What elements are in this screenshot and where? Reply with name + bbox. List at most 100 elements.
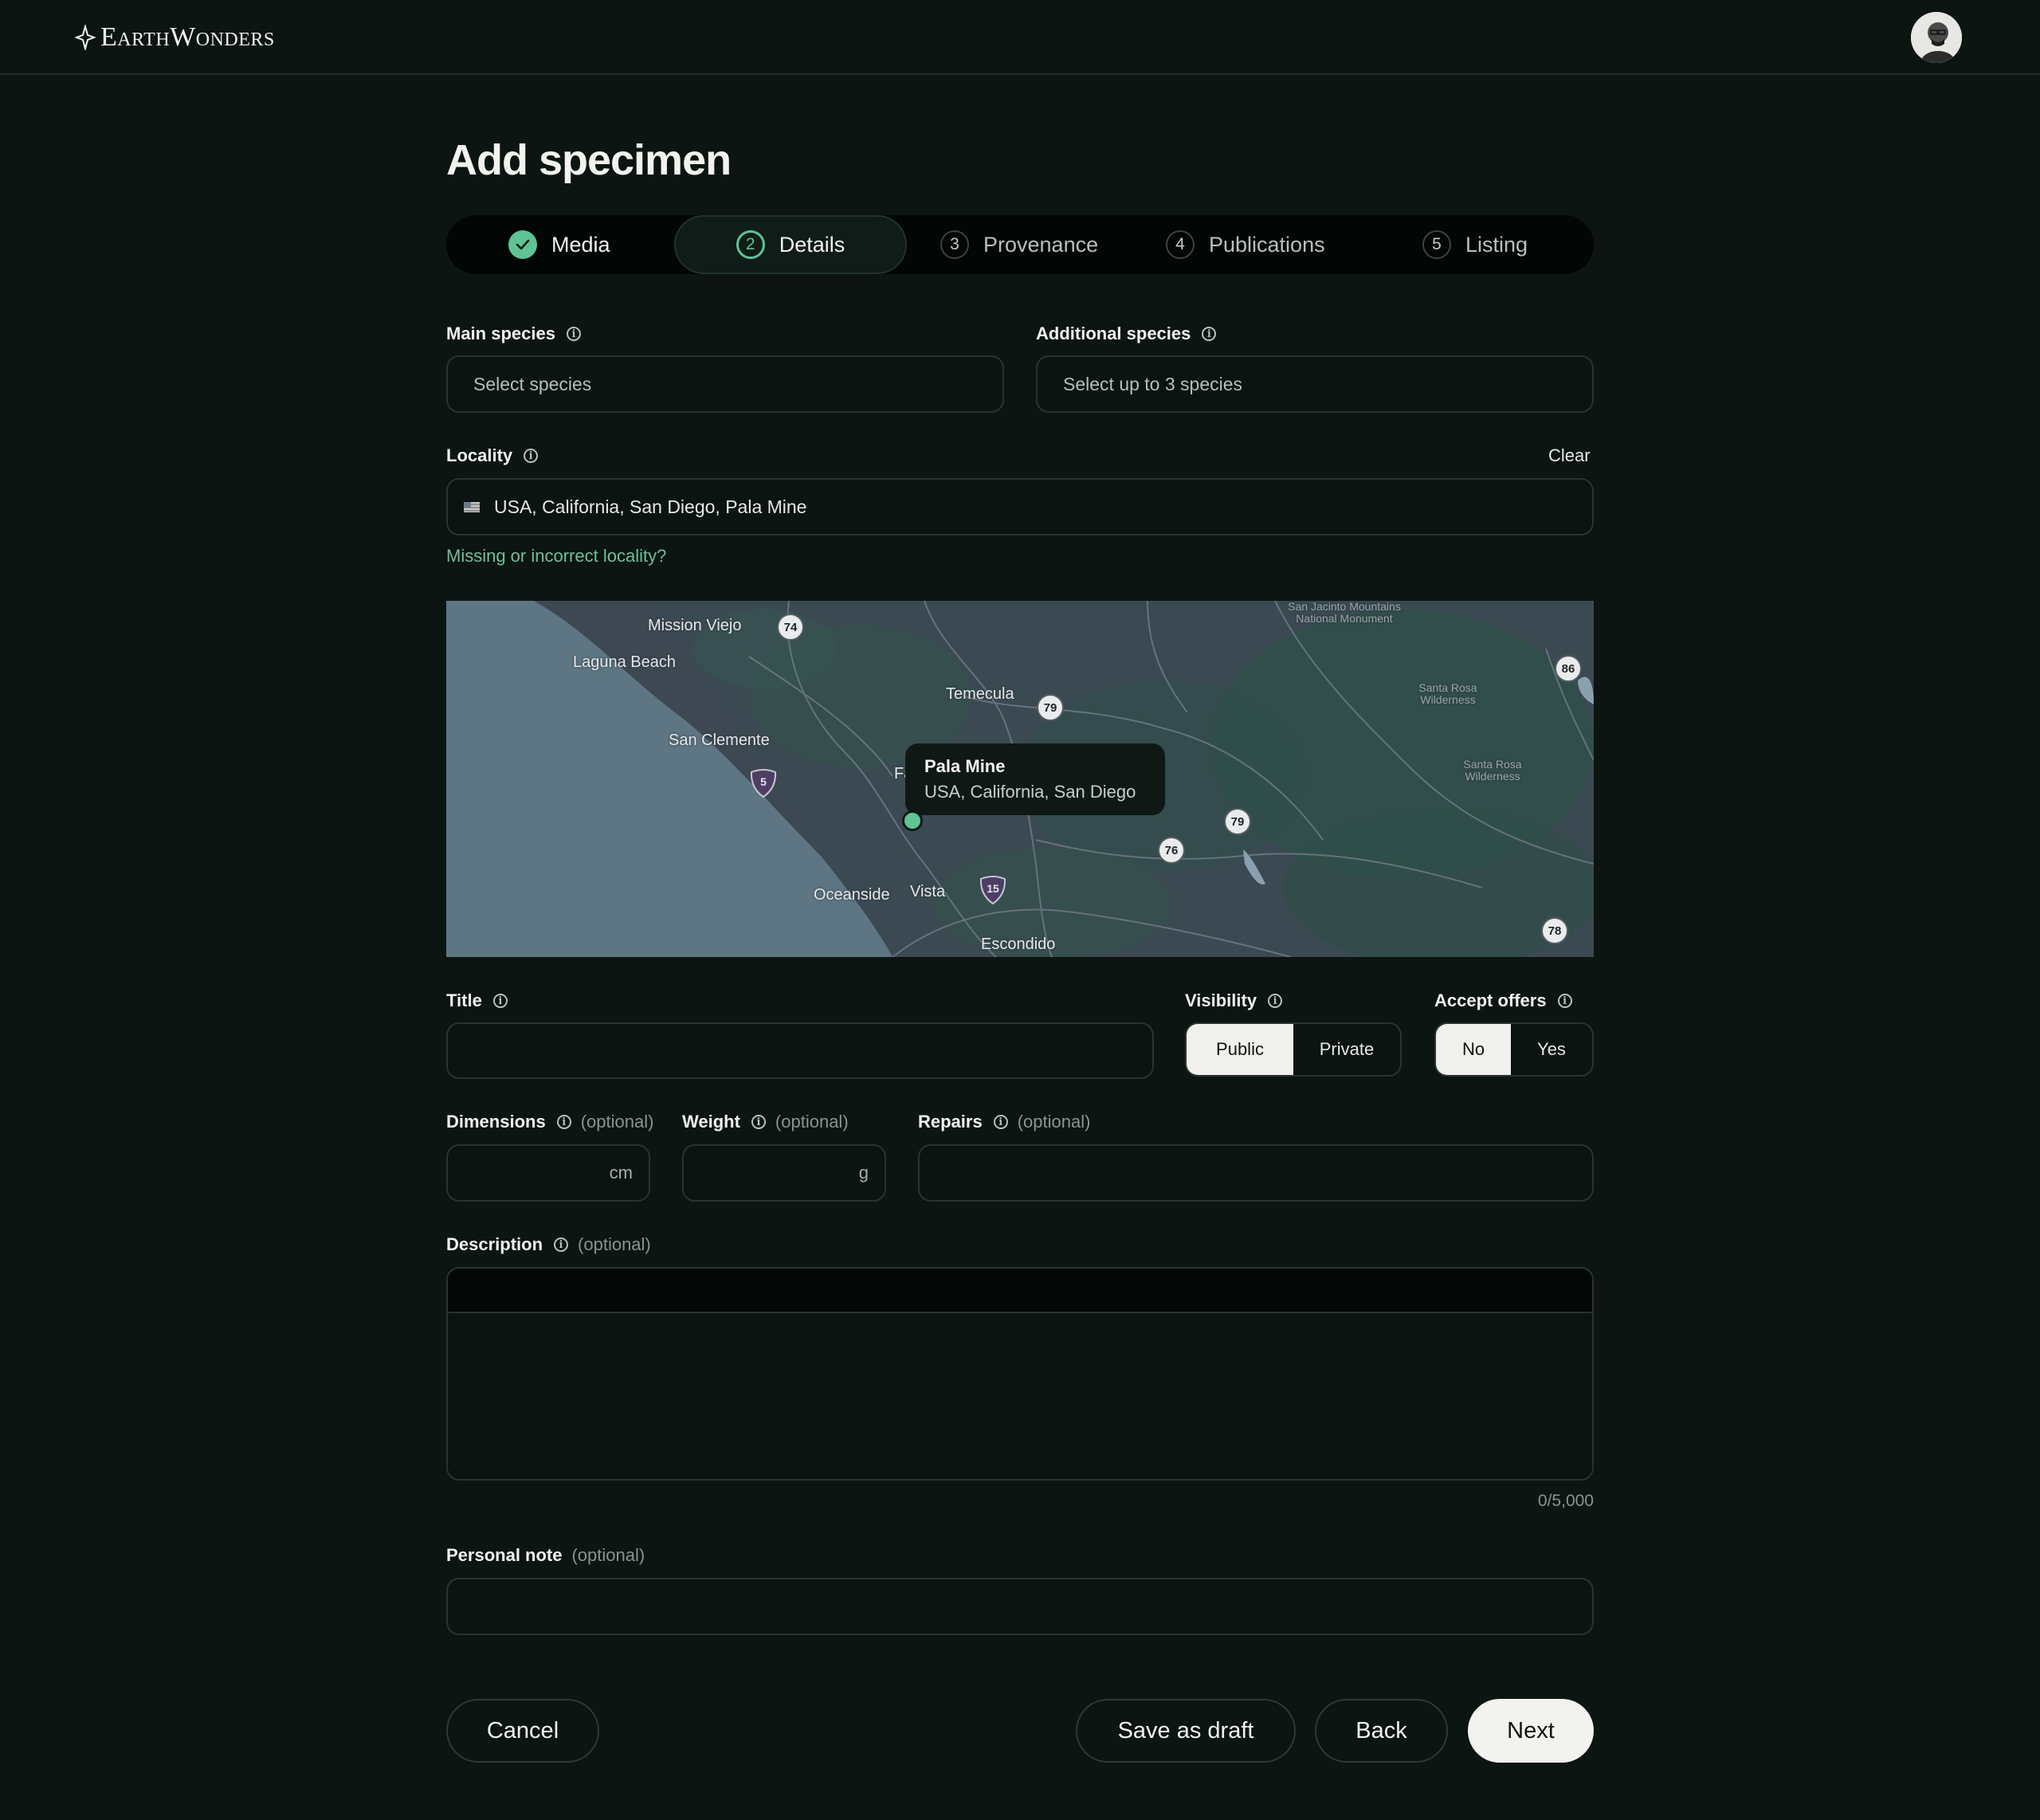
step-publications[interactable]: 4 Publications [1166,215,1373,274]
dimensions-input[interactable]: cm [446,1144,650,1202]
tooltip-subtitle: USA, California, San Diego [924,782,1136,802]
info-icon[interactable]: i [554,1238,569,1252]
repairs-label: Repairs i (optional) [918,1112,1090,1132]
step-listing[interactable]: 5 Listing [1422,215,1566,274]
step-label: Listing [1465,232,1528,257]
info-icon[interactable]: i [556,1115,571,1129]
description-textarea[interactable] [446,1267,1594,1481]
interstate-number: 15 [987,882,999,895]
optional-tag: (optional) [571,1545,645,1565]
description-char-counter: 0/5,000 [1537,1492,1594,1510]
info-icon[interactable]: i [993,1115,1008,1129]
visibility-label: Visibility i [1185,990,1283,1011]
back-button[interactable]: Back [1315,1699,1448,1763]
optional-tag: (optional) [1017,1112,1091,1132]
save-draft-button[interactable]: Save as draft [1076,1699,1296,1763]
weight-label: Weight i (optional) [682,1112,849,1132]
accept-offers-toggle: No Yes [1434,1022,1594,1077]
label-text: Main species [446,324,555,343]
label-text: Accept offers [1434,990,1547,1010]
locality-input[interactable]: USA, California, San Diego, Pala Mine [446,478,1594,535]
info-icon[interactable]: i [524,449,539,463]
map-label-san-clemente: San Clemente [669,732,770,749]
accept-offers-no-option[interactable]: No [1436,1024,1511,1075]
personal-note-label: Personal note (optional) [446,1545,645,1566]
cancel-button[interactable]: Cancel [446,1699,599,1763]
unit-g: g [858,1163,869,1183]
label-text: Description [446,1234,543,1254]
map-label-santa-rosa-2: Santa Rosa Wilderness [1463,758,1522,783]
info-icon[interactable]: i [492,994,508,1008]
clear-locality-link[interactable]: Clear [1548,445,1591,466]
next-button[interactable]: Next [1468,1699,1594,1763]
label-text: Repairs [918,1112,983,1132]
location-pin-icon[interactable] [902,810,923,831]
label-text: Personal note [446,1545,563,1565]
visibility-private-option[interactable]: Private [1293,1024,1400,1075]
map-label-temecula: Temecula [946,685,1014,703]
label-text: Title [446,990,482,1010]
dimensions-label: Dimensions i (optional) [446,1112,653,1132]
interstate-number: 5 [760,775,767,788]
map-label-mission-viejo: Mission Viejo [648,617,742,634]
label-text: Locality [446,445,513,465]
step-media[interactable]: Media [508,215,684,274]
step-label: Details [779,232,845,257]
step-number: 3 [940,230,969,259]
step-details[interactable]: 2 Details [674,215,907,274]
info-icon[interactable]: i [751,1115,766,1129]
map-label-santa-rosa-1: Santa Rosa Wilderness [1418,681,1477,706]
step-number: 4 [1166,230,1195,259]
accept-offers-yes-option[interactable]: Yes [1511,1024,1592,1075]
title-input[interactable] [446,1022,1154,1079]
info-icon[interactable]: i [1202,327,1217,341]
locality-label: Locality i [446,445,539,466]
description-label: Description i (optional) [446,1234,651,1255]
placeholder: Select species [473,373,592,394]
repairs-input[interactable] [918,1144,1594,1202]
personal-note-input[interactable] [446,1578,1594,1635]
locality-map[interactable]: San Jacinto Mountains National Monument … [446,601,1594,957]
map-label-vista: Vista [910,883,946,900]
additional-species-select[interactable]: Select up to 3 species [1036,355,1594,413]
stepper: Media 2 Details 3 Provenance 4 Publicati… [446,215,1594,274]
label-text: Visibility [1185,990,1257,1010]
step-label: Provenance [983,232,1099,257]
info-icon[interactable]: i [1268,994,1283,1008]
highway-74-icon: 74 [777,614,804,641]
step-number: 2 [736,230,765,259]
highway-86-icon: 86 [1555,655,1582,682]
label-text: Additional species [1036,324,1191,343]
map-label-oceanside: Oceanside [814,886,890,904]
description-toolbar [448,1269,1592,1313]
step-provenance[interactable]: 3 Provenance [940,215,1132,274]
highway-76-icon: 76 [1158,837,1185,864]
check-icon [508,230,537,259]
placeholder: Select up to 3 species [1063,373,1243,394]
unit-cm: cm [609,1163,633,1183]
logo[interactable]: EarthWonders [75,22,275,53]
sparkle-logo-icon [75,25,96,50]
map-tooltip: Pala Mine USA, California, San Diego [905,743,1165,815]
logo-text: EarthWonders [100,22,275,52]
info-icon[interactable]: i [1557,994,1572,1008]
page-title: Add specimen [446,136,732,184]
weight-input[interactable]: g [682,1144,886,1202]
highway-78-icon: 78 [1541,917,1568,944]
interstate-5-icon: 5 [749,767,778,798]
info-icon[interactable]: i [566,327,581,341]
accept-offers-label: Accept offers i [1434,990,1572,1011]
title-label: Title i [446,990,508,1011]
avatar[interactable] [1911,12,1962,63]
step-label: Media [551,232,610,257]
map-label-escondido: Escondido [981,935,1056,953]
main-species-label: Main species i [446,324,581,344]
main-species-select[interactable]: Select species [446,355,1004,413]
missing-locality-link[interactable]: Missing or incorrect locality? [446,546,666,567]
user-avatar-icon [1911,12,1962,63]
step-label: Publications [1209,232,1325,257]
optional-tag: (optional) [580,1112,654,1132]
visibility-public-option[interactable]: Public [1187,1024,1293,1075]
optional-tag: (optional) [578,1234,651,1254]
optional-tag: (optional) [775,1112,849,1132]
